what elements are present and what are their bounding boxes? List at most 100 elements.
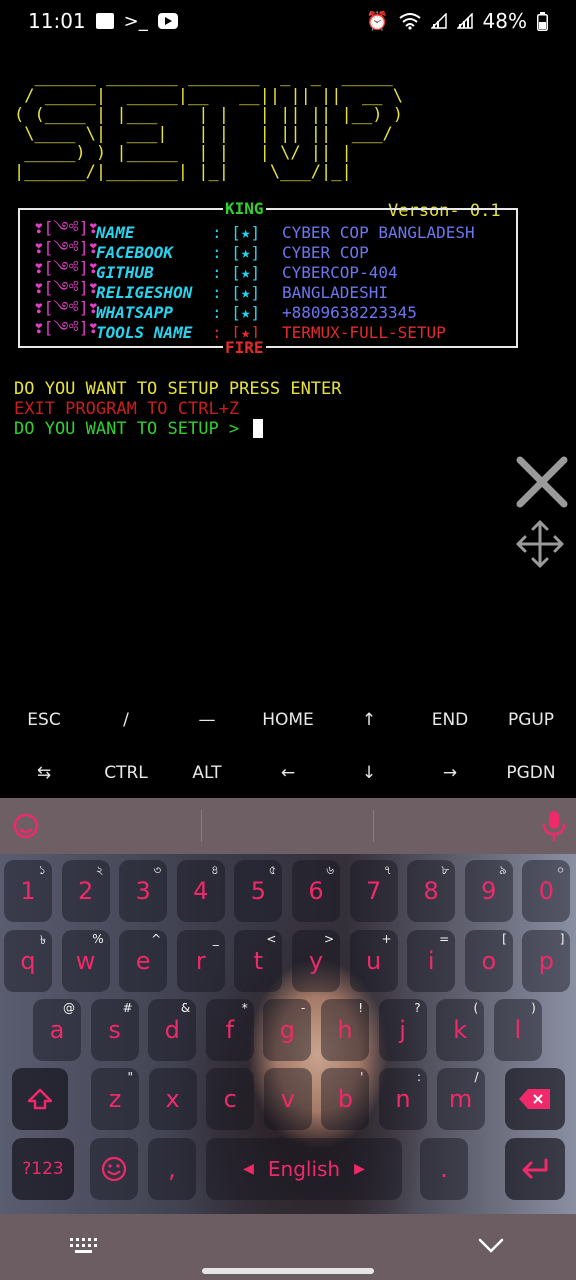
right-arrow-key[interactable]: → bbox=[409, 746, 491, 799]
left-arrow-key[interactable]: ← bbox=[247, 746, 329, 799]
prompt-line-enter: DO YOU WANT TO SETUP PRESS ENTER bbox=[14, 379, 342, 399]
key-hint: / bbox=[474, 1070, 479, 1084]
info-row-name: ❣[༺]❣ NAME : [★] CYBER COP BANGLADESH bbox=[34, 218, 475, 242]
home-key[interactable]: HOME bbox=[247, 693, 329, 746]
key-t[interactable]: t < bbox=[234, 930, 283, 992]
key-q[interactable]: q ৳ bbox=[4, 930, 52, 992]
key-c[interactable]: c bbox=[206, 1068, 255, 1130]
key-hint: ৬ bbox=[326, 863, 334, 877]
battery-percent: 48% bbox=[482, 9, 527, 33]
key-g[interactable]: g- bbox=[263, 999, 312, 1061]
key-5[interactable]: 5৫ bbox=[234, 860, 283, 922]
key-hint: + bbox=[381, 932, 392, 946]
key-label: f bbox=[225, 1016, 235, 1044]
key-label: c bbox=[223, 1085, 237, 1113]
period-key[interactable]: . bbox=[420, 1138, 468, 1200]
row-label: RELIGESHON bbox=[96, 282, 193, 302]
key-hint: ? bbox=[414, 1001, 421, 1015]
shift-key[interactable] bbox=[12, 1068, 68, 1130]
input-prompt-line[interactable]: DO YOU WANT TO SETUP > bbox=[14, 419, 264, 439]
key-f[interactable]: f * bbox=[205, 999, 254, 1061]
youtube-notification-icon bbox=[157, 13, 178, 29]
key-l[interactable]: l) bbox=[493, 999, 542, 1061]
key-z[interactable]: z " bbox=[91, 1068, 139, 1130]
backspace-key[interactable] bbox=[505, 1068, 565, 1130]
key-6[interactable]: 6৬ bbox=[292, 860, 340, 922]
symbols-key[interactable]: ?123 bbox=[12, 1138, 74, 1200]
key-label: b bbox=[337, 1085, 353, 1113]
key-h[interactable]: h! bbox=[321, 999, 369, 1061]
key-r[interactable]: r _ bbox=[176, 930, 225, 992]
key-9[interactable]: 9৯ bbox=[464, 860, 513, 922]
key-e[interactable]: e ^ bbox=[119, 930, 168, 992]
key-j[interactable]: j? bbox=[378, 999, 427, 1061]
row-value: CYBERCOP-404 bbox=[282, 262, 398, 282]
key-4[interactable]: 4৪ bbox=[176, 860, 225, 922]
key-o[interactable]: o[ bbox=[464, 930, 513, 992]
key-8[interactable]: 8৮ bbox=[407, 860, 456, 922]
enter-key[interactable] bbox=[505, 1138, 565, 1200]
tab-key[interactable]: ⇆ bbox=[3, 746, 85, 799]
key-label: p bbox=[538, 947, 554, 975]
key-k[interactable]: k( bbox=[436, 999, 485, 1061]
key-label: 4 bbox=[193, 877, 209, 905]
row-value: CYBER COP bbox=[282, 242, 369, 262]
pgdn-key[interactable]: PGDN bbox=[490, 746, 572, 799]
key-y[interactable]: y > bbox=[292, 930, 340, 992]
key-hint: @ bbox=[63, 1001, 75, 1015]
key-hint: ^ bbox=[151, 932, 162, 946]
key-label: q bbox=[20, 947, 36, 975]
comma-key[interactable]: , bbox=[148, 1138, 196, 1200]
key-b[interactable]: b ' bbox=[321, 1068, 370, 1130]
key-i[interactable]: i = bbox=[407, 930, 456, 992]
key-hint: ৮ bbox=[441, 863, 450, 877]
key-1[interactable]: 1১ bbox=[4, 860, 52, 922]
status-bar: 11:01 >_ ⏰ 48% bbox=[0, 0, 576, 42]
pgup-key[interactable]: PGUP bbox=[490, 693, 572, 746]
key-label: o bbox=[481, 947, 497, 975]
key-label: v bbox=[280, 1085, 295, 1113]
key-p[interactable]: p] bbox=[522, 930, 571, 992]
key-7[interactable]: 7৭ bbox=[349, 860, 398, 922]
terminal-view[interactable]: ______ _______ _______ _ _ _____ / _____… bbox=[0, 42, 576, 692]
hide-keyboard-icon[interactable] bbox=[478, 1236, 504, 1254]
row-separator: : [★] bbox=[212, 282, 261, 302]
key-s[interactable]: s # bbox=[90, 999, 139, 1061]
key-label: 6 bbox=[308, 877, 324, 905]
suggestion-strip bbox=[0, 798, 576, 854]
slash-key[interactable]: / bbox=[85, 693, 167, 746]
ctrl-key[interactable]: CTRL bbox=[85, 746, 167, 799]
key-w[interactable]: w% bbox=[61, 930, 110, 992]
key-label: d bbox=[164, 1016, 180, 1044]
key-0[interactable]: 0০ bbox=[522, 860, 571, 922]
down-arrow-key[interactable]: ↓ bbox=[328, 746, 410, 799]
keyboard-switch-icon[interactable] bbox=[70, 1238, 98, 1256]
dash-key[interactable]: — bbox=[166, 693, 248, 746]
key-d[interactable]: d & bbox=[148, 999, 197, 1061]
key-hint: ( bbox=[473, 1001, 479, 1015]
key-x[interactable]: x bbox=[148, 1068, 197, 1130]
microphone-icon[interactable] bbox=[541, 810, 567, 842]
key-2[interactable]: 2২ bbox=[61, 860, 110, 922]
key-a[interactable]: a @ bbox=[33, 999, 81, 1061]
emoji-key[interactable] bbox=[90, 1138, 138, 1200]
close-icon[interactable] bbox=[514, 454, 570, 510]
key-v[interactable]: v bbox=[263, 1068, 312, 1130]
key-label: e bbox=[135, 947, 151, 975]
move-icon[interactable] bbox=[514, 518, 566, 570]
key-n[interactable]: n: bbox=[379, 1068, 427, 1130]
end-key[interactable]: END bbox=[409, 693, 491, 746]
soft-keyboard: 1 ১ 2 ২ 3 ৩ 4 ৪ 5 ৫ 6 ৬ 7 ৭ 8 ৮ 9 ৯ 0 ০ q ৳ w% e ^ r _ t < y > u + i = o[p]… bbox=[0, 798, 576, 1214]
space-key[interactable]: ◀ English ▶ bbox=[206, 1138, 402, 1200]
emoji-sticker-icon[interactable] bbox=[12, 812, 40, 840]
key-hint: & bbox=[180, 1001, 191, 1015]
key-m[interactable]: m / bbox=[436, 1068, 485, 1130]
key-u[interactable]: u + bbox=[349, 930, 398, 992]
row-value: CYBER COP BANGLADESH bbox=[282, 222, 475, 242]
esc-key[interactable]: ESC bbox=[3, 693, 85, 746]
key-label: 2 bbox=[77, 877, 94, 905]
key-3[interactable]: 3৩ bbox=[119, 860, 168, 922]
up-arrow-key[interactable]: ↑ bbox=[328, 693, 410, 746]
home-gesture-handle[interactable] bbox=[202, 1268, 374, 1274]
alt-key[interactable]: ALT bbox=[166, 746, 248, 799]
